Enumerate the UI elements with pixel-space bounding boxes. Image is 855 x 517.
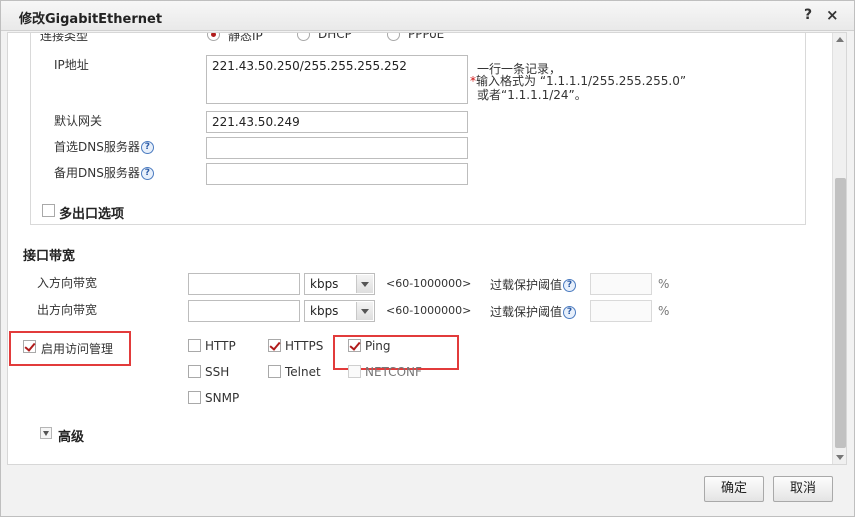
- outbound-bandwidth-input[interactable]: [188, 300, 300, 322]
- scroll-down-icon[interactable]: [836, 455, 844, 460]
- ip-note-line2: *输入格式为 “1.1.1.1/255.255.255.0”: [470, 74, 686, 88]
- dns1-label-text: 首选DNS服务器: [54, 140, 140, 154]
- chevron-down-icon: [356, 302, 373, 320]
- outbound-range: <60-1000000>: [386, 304, 472, 317]
- radio-static-ip-label: 静态IP: [228, 33, 263, 43]
- telnet-checkbox[interactable]: [268, 365, 281, 378]
- bandwidth-title: 接口带宽: [23, 249, 76, 264]
- outbound-unit-value: kbps: [310, 304, 339, 318]
- http-checkbox[interactable]: [188, 339, 201, 352]
- form-scroll-area: 连接类型 静态IP DHCP PPPoE IP地址 221.43.50.250/…: [8, 33, 832, 464]
- http-label: HTTP: [205, 339, 236, 353]
- outbound-threshold-input[interactable]: [590, 300, 652, 322]
- scroll-up-icon[interactable]: [836, 37, 844, 42]
- outbound-threshold-text: 过载保护阈值: [490, 305, 563, 319]
- dns2-input[interactable]: [206, 163, 468, 185]
- ip-address-label: IP地址: [54, 58, 89, 72]
- title-bar: 修改GigabitEthernet ? ×: [1, 1, 854, 31]
- telnet-label: Telnet: [285, 365, 321, 379]
- inbound-label: 入方向带宽: [37, 276, 98, 290]
- cancel-button[interactable]: 取消: [773, 476, 833, 502]
- netconf-checkbox[interactable]: [348, 365, 361, 378]
- inbound-bandwidth-input[interactable]: [188, 273, 300, 295]
- dialog-footer: 确定 取消: [1, 466, 854, 516]
- inbound-unit-value: kbps: [310, 277, 339, 291]
- gateway-input[interactable]: 221.43.50.249: [206, 111, 468, 133]
- connection-type-label: 连接类型: [40, 33, 89, 43]
- ssh-checkbox[interactable]: [188, 365, 201, 378]
- ip-note-line3: 或者“1.1.1.1/24”。: [477, 88, 587, 102]
- inbound-threshold-text: 过载保护阈值: [490, 278, 563, 292]
- help-button[interactable]: ?: [804, 7, 812, 23]
- snmp-checkbox[interactable]: [188, 391, 201, 404]
- access-management-label: 启用访问管理: [41, 342, 114, 356]
- outbound-percent: %: [658, 304, 670, 318]
- multi-exit-checkbox[interactable]: [42, 204, 55, 217]
- help-icon[interactable]: ?: [140, 167, 154, 180]
- radio-pppoe-label: PPPoE: [408, 33, 445, 41]
- radio-dhcp-label: DHCP: [318, 33, 352, 41]
- dialog-title: 修改GigabitEthernet: [19, 12, 163, 27]
- form-content: 连接类型 静态IP DHCP PPPoE IP地址 221.43.50.250/…: [7, 32, 847, 465]
- help-icon[interactable]: ?: [563, 306, 577, 319]
- dns1-input[interactable]: [206, 137, 468, 159]
- outbound-unit-select[interactable]: kbps: [304, 300, 375, 322]
- help-icon[interactable]: ?: [563, 279, 577, 292]
- inbound-unit-select[interactable]: kbps: [304, 273, 375, 295]
- multi-exit-label: 多出口选项: [59, 207, 125, 222]
- ip-address-textarea[interactable]: 221.43.50.250/255.255.255.252: [206, 55, 468, 104]
- inbound-range: <60-1000000>: [386, 277, 472, 290]
- edit-interface-dialog: 修改GigabitEthernet ? × 连接类型 静态IP DHCP PPP…: [0, 0, 855, 517]
- gateway-label: 默认网关: [54, 114, 103, 128]
- ok-button[interactable]: 确定: [704, 476, 764, 502]
- ping-label: Ping: [365, 339, 391, 353]
- ping-checkbox[interactable]: [348, 339, 361, 352]
- snmp-label: SNMP: [205, 391, 240, 405]
- ssh-label: SSH: [205, 365, 230, 379]
- chevron-down-icon: [356, 275, 373, 293]
- outbound-threshold-label: 过载保护阈值?: [490, 303, 577, 320]
- vertical-scrollbar[interactable]: [832, 33, 846, 464]
- close-button[interactable]: ×: [826, 6, 839, 24]
- advanced-label[interactable]: 高级: [58, 426, 84, 445]
- netconf-label: NETCONF: [365, 365, 422, 379]
- dns1-label: 首选DNS服务器?: [54, 138, 154, 155]
- help-icon[interactable]: ?: [140, 141, 154, 154]
- dns2-label-text: 备用DNS服务器: [54, 166, 140, 180]
- outbound-label: 出方向带宽: [37, 303, 98, 317]
- https-label: HTTPS: [285, 339, 324, 353]
- https-checkbox[interactable]: [268, 339, 281, 352]
- inbound-threshold-label: 过载保护阈值?: [490, 276, 577, 293]
- access-management-checkbox[interactable]: [23, 340, 36, 353]
- ip-note-format: 输入格式为 “1.1.1.1/255.255.255.0”: [476, 74, 687, 88]
- inbound-threshold-input[interactable]: [590, 273, 652, 295]
- inbound-percent: %: [658, 277, 670, 291]
- dns2-label: 备用DNS服务器?: [54, 164, 154, 181]
- expand-advanced-icon[interactable]: [40, 427, 52, 439]
- scrollbar-thumb[interactable]: [835, 178, 846, 448]
